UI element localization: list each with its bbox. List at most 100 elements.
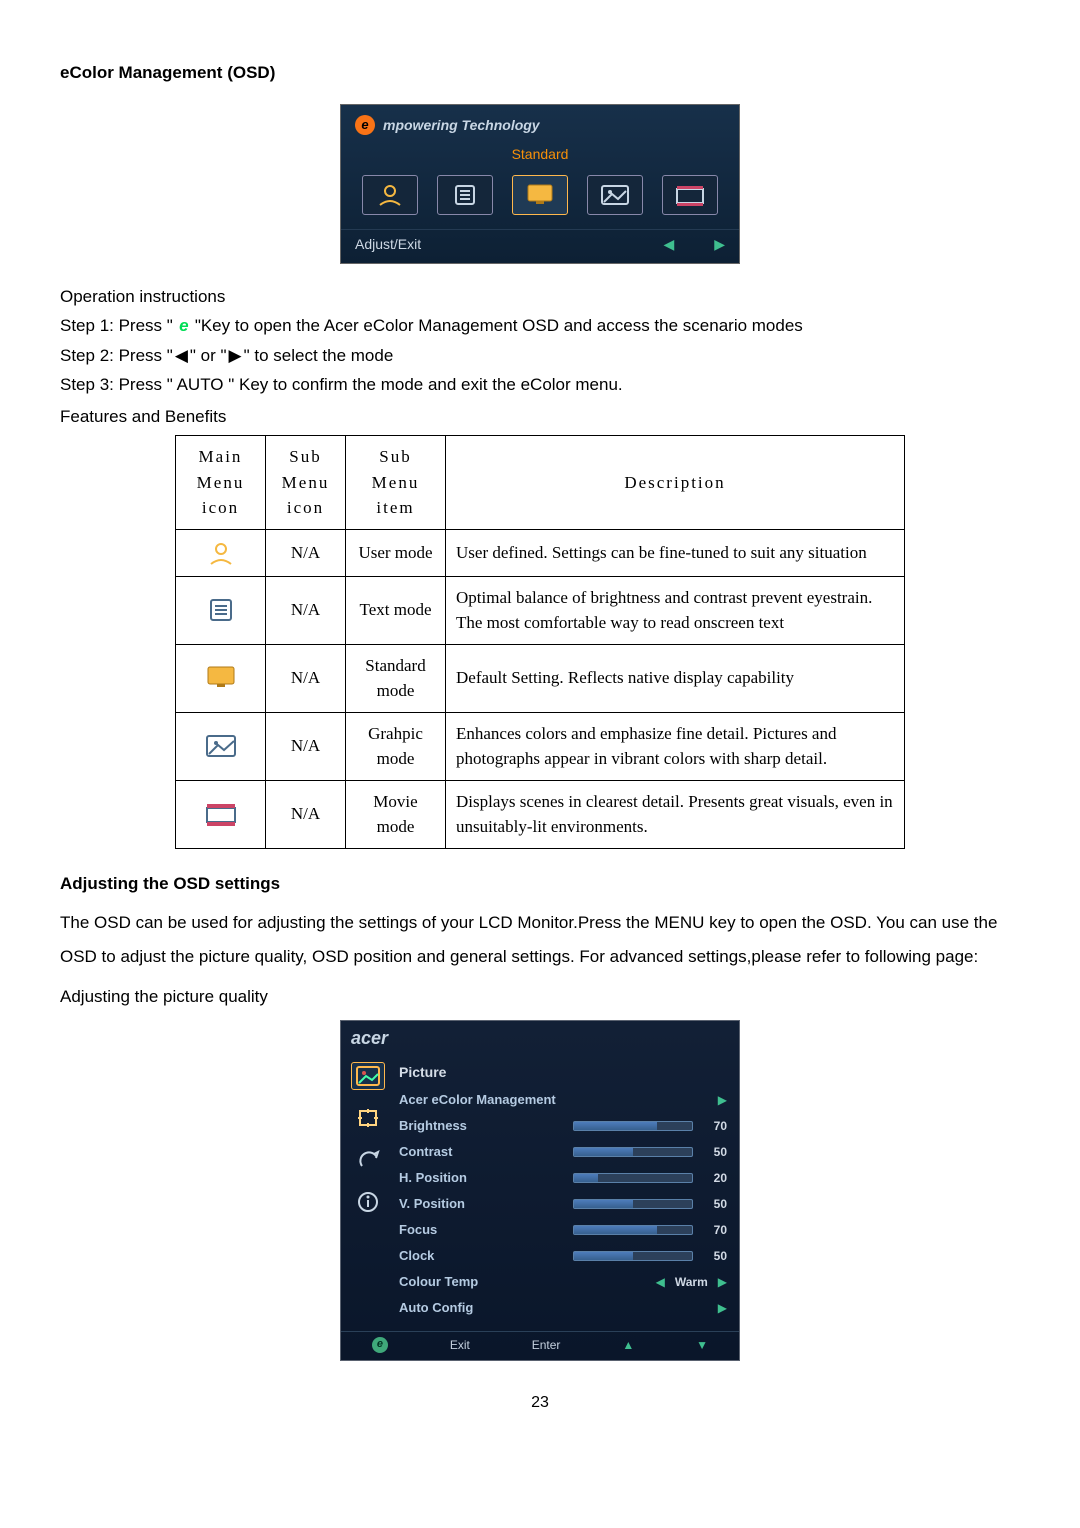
nav-arrow-icon[interactable]: ▶ (718, 1299, 727, 1317)
movie-mode-icon[interactable] (662, 175, 718, 215)
slider-value: 50 (703, 1247, 727, 1265)
slider-value: 50 (703, 1195, 727, 1213)
info-tab-icon[interactable] (351, 1188, 385, 1216)
text-icon (176, 576, 266, 644)
osd-up-icon[interactable]: ▲ (622, 1336, 634, 1354)
th-sub-item: Sub Menu item (346, 436, 446, 530)
th-sub-icon: Sub Menu icon (266, 436, 346, 530)
step2-post: " to select the mode (244, 343, 394, 369)
description-cell: Enhances colors and emphasize fine detai… (446, 712, 905, 780)
nav-left-icon[interactable]: ◀ (663, 234, 674, 255)
adjusting-heading: Adjusting the OSD settings (60, 871, 1020, 897)
osd-item-value: 50 (573, 1195, 727, 1213)
nav-right-icon[interactable]: ▶ (714, 234, 725, 255)
e-key-icon: e (175, 317, 193, 335)
right-key-icon: ▶ (229, 343, 242, 369)
adjusting-subtitle: Adjusting the picture quality (60, 984, 1020, 1010)
text-mode-icon[interactable] (437, 175, 493, 215)
user-mode-icon[interactable] (362, 175, 418, 215)
e-button-icon[interactable]: e (372, 1337, 388, 1353)
exit-button[interactable]: Exit (450, 1336, 470, 1354)
left-key-icon: ◀ (175, 343, 188, 369)
slider-track[interactable] (573, 1251, 693, 1261)
standard-icon (176, 644, 266, 712)
osd-item-label: Colour Temp (399, 1272, 478, 1292)
slider-value: 50 (703, 1143, 727, 1161)
osd-down-icon[interactable]: ▼ (696, 1336, 708, 1354)
acer-logo: acer (341, 1021, 739, 1056)
osd-item-label: H. Position (399, 1168, 467, 1188)
position-tab-icon[interactable] (351, 1104, 385, 1132)
user-icon (176, 529, 266, 576)
step-3: Step 3: Press " AUTO " Key to confirm th… (60, 372, 1020, 398)
slider-track[interactable] (573, 1225, 693, 1235)
features-table: Main Menu icon Sub Menu icon Sub Menu it… (175, 435, 905, 849)
slider-value: 70 (703, 1221, 727, 1239)
mode-icons-row (341, 169, 739, 229)
graphic-icon (176, 712, 266, 780)
graphic-mode-icon[interactable] (587, 175, 643, 215)
ecolor-logo-row: e mpowering Technology (341, 111, 739, 142)
osd-item-row[interactable]: H. Position 20 (399, 1165, 727, 1191)
sub-menu-item-cell: Standard mode (346, 644, 446, 712)
step-1: Step 1: Press " e "Key to open the Acer … (60, 313, 1020, 339)
sub-menu-item-cell: Text mode (346, 576, 446, 644)
description-cell: Default Setting. Reflects native display… (446, 644, 905, 712)
slider-track[interactable] (573, 1173, 693, 1183)
current-mode-label: Standard (341, 144, 739, 165)
slider-value: 70 (703, 1117, 727, 1135)
osd-item-row[interactable]: Auto Config▶ (399, 1295, 727, 1321)
osd-item-value: 50 (573, 1143, 727, 1161)
table-row: N/AMovie modeDisplays scenes in clearest… (176, 780, 905, 848)
osd-item-value: 20 (573, 1169, 727, 1187)
osd-item-label: Acer eColor Management (399, 1090, 556, 1110)
slider-track[interactable] (573, 1147, 693, 1157)
osd-bottom-bar: e Exit Enter ▲ ▼ (341, 1331, 739, 1360)
picture-tab-icon[interactable] (351, 1062, 385, 1090)
slider-value: 20 (703, 1169, 727, 1187)
osd-item-value: 70 (573, 1117, 727, 1135)
step2-pre: Step 2: Press " (60, 343, 173, 369)
osd-item-row[interactable]: Brightness 70 (399, 1113, 727, 1139)
osd-item-row[interactable]: Colour Temp ◀Warm▶ (399, 1269, 727, 1295)
brand-text: mpowering Technology (383, 115, 540, 136)
osd-item-value: ◀Warm▶ (656, 1273, 727, 1291)
description-cell: Displays scenes in clearest detail. Pres… (446, 780, 905, 848)
osd-item-row[interactable]: Focus 70 (399, 1217, 727, 1243)
sub-menu-item-cell: Movie mode (346, 780, 446, 848)
osd-item-value: ▶ (718, 1091, 727, 1109)
osd-item-label: V. Position (399, 1194, 465, 1214)
osd-item-row[interactable]: Contrast50 (399, 1139, 727, 1165)
table-row: N/AText modeOptimal balance of brightnes… (176, 576, 905, 644)
movie-icon (176, 780, 266, 848)
slider-track[interactable] (573, 1121, 693, 1131)
nav-arrow-icon[interactable]: ▶ (718, 1091, 727, 1109)
osd-item-row[interactable]: Clock50 (399, 1243, 727, 1269)
option-right-icon[interactable]: ▶ (718, 1273, 727, 1291)
osd-item-value: ▶ (718, 1299, 727, 1317)
description-cell: Optimal balance of brightness and contra… (446, 576, 905, 644)
osd-item-row[interactable]: Acer eColor Management ▶ (399, 1087, 727, 1113)
sub-menu-item-cell: User mode (346, 529, 446, 576)
ecolor-footer: Adjust/Exit ◀ ▶ (341, 229, 739, 263)
e-logo-icon: e (355, 115, 375, 135)
ecolor-osd-panel: e mpowering Technology Standard Adjust/E… (340, 104, 740, 264)
settings-tab-icon[interactable] (351, 1146, 385, 1174)
adjust-exit-label: Adjust/Exit (355, 234, 421, 255)
table-row: N/AStandard modeDefault Setting. Reflect… (176, 644, 905, 712)
page-number: 23 (60, 1391, 1020, 1415)
osd-sidebar (341, 1056, 395, 1331)
operation-title: Operation instructions (60, 284, 1020, 310)
sub-menu-icon-cell: N/A (266, 529, 346, 576)
sub-menu-icon-cell: N/A (266, 644, 346, 712)
slider-track[interactable] (573, 1199, 693, 1209)
th-main-icon: Main Menu icon (176, 436, 266, 530)
osd-item-row[interactable]: V. Position 50 (399, 1191, 727, 1217)
sub-menu-item-cell: Grahpic mode (346, 712, 446, 780)
standard-mode-icon[interactable] (512, 175, 568, 215)
option-left-icon[interactable]: ◀ (656, 1273, 665, 1291)
enter-button[interactable]: Enter (532, 1336, 561, 1354)
osd-item-label: Brightness (399, 1116, 467, 1136)
osd-item-label: Focus (399, 1220, 437, 1240)
acer-osd-panel: acer Picture Acer eColor Management▶Brig… (340, 1020, 740, 1361)
